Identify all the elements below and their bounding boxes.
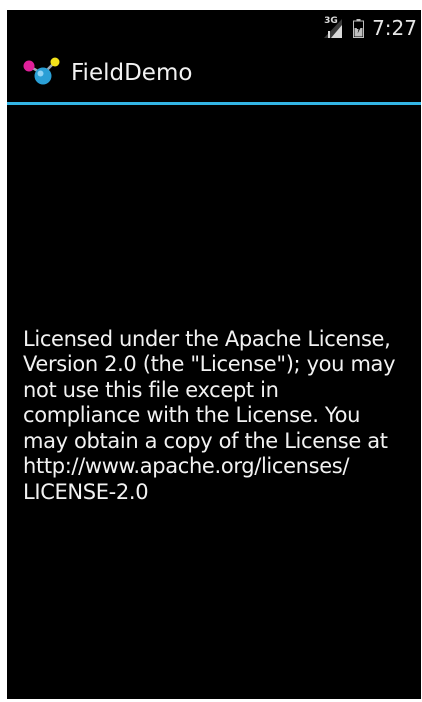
status-bar: 3G 7:27 [7, 10, 421, 44]
license-text: Licensed under the Apache License, Versi… [23, 326, 396, 504]
status-icons: 3G 7:27 [323, 15, 417, 41]
signal-indicator: 3G [323, 16, 343, 39]
phone-screen: 3G 7:27 FieldDemo Licensed under the Apa… [7, 10, 421, 699]
status-clock: 7:27 [372, 16, 417, 40]
app-title: FieldDemo [71, 60, 193, 86]
signal-icon [324, 19, 343, 38]
app-molecule-icon[interactable] [21, 56, 61, 88]
action-bar: FieldDemo [7, 44, 421, 102]
battery-icon [353, 18, 365, 38]
content-area: Licensed under the Apache License, Versi… [7, 105, 421, 699]
